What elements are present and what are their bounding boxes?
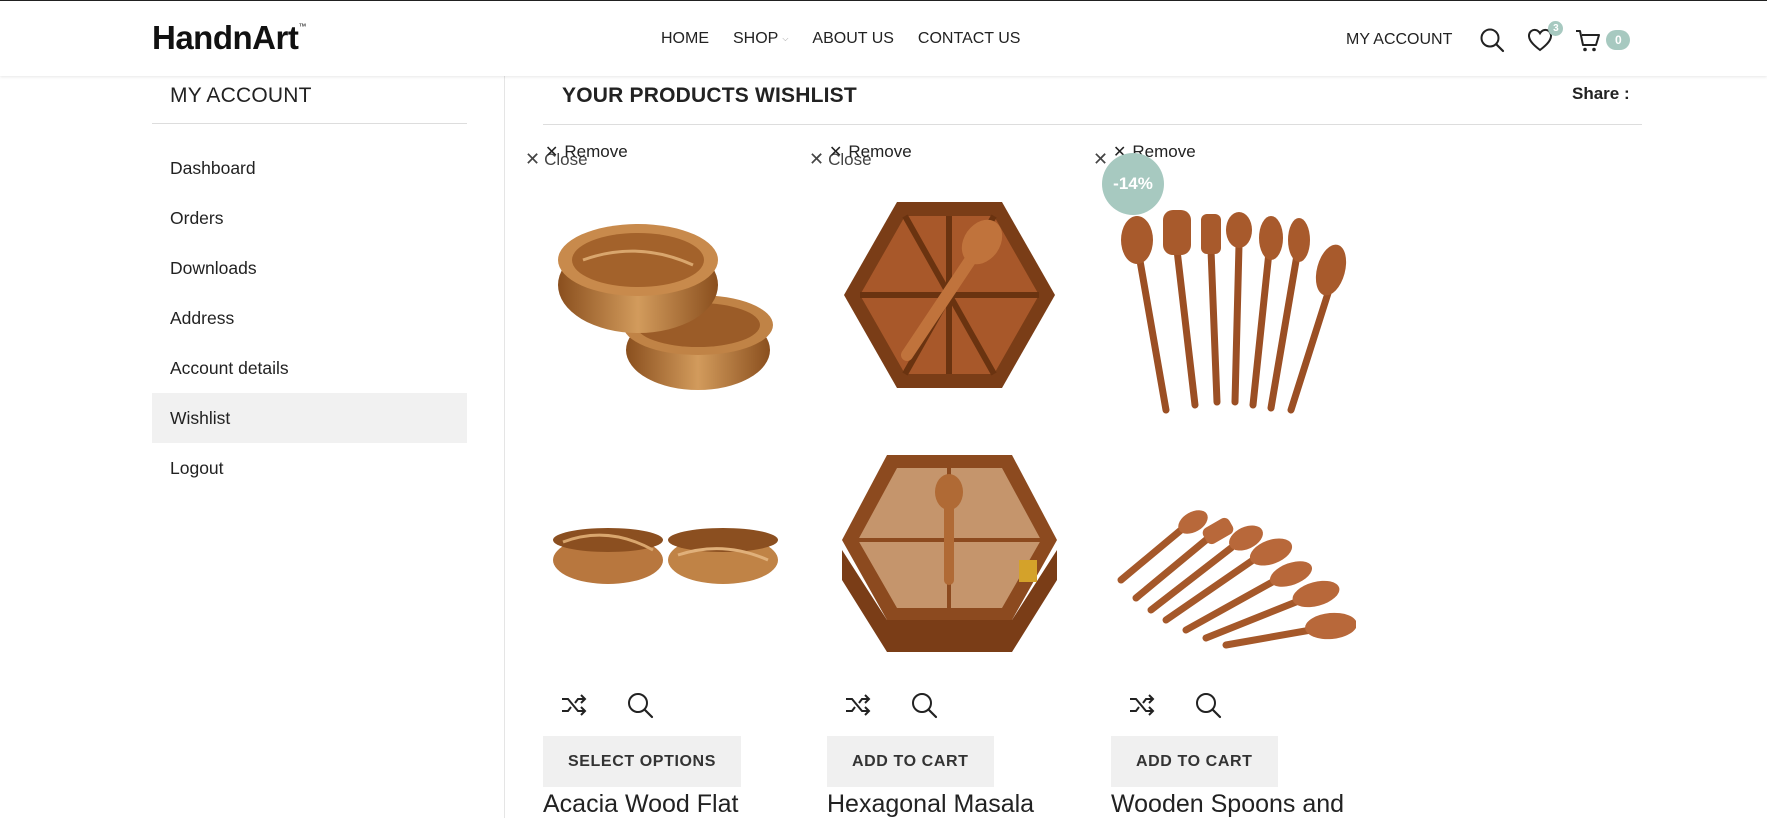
sidebar-item-dashboard[interactable]: Dashboard bbox=[152, 143, 467, 193]
wishlist-product-card: ✕ Close ✕ Remove bbox=[809, 140, 1077, 818]
remove-button[interactable]: ✕ Remove bbox=[829, 142, 912, 162]
search-icon[interactable] bbox=[1478, 26, 1506, 54]
close-icon: ✕ bbox=[809, 149, 825, 169]
site-logo[interactable]: HandnArt™ bbox=[152, 19, 306, 57]
product-actions bbox=[559, 690, 655, 720]
nav-contact-us[interactable]: CONTACT US bbox=[918, 30, 1021, 48]
discount-badge: -14% bbox=[1102, 153, 1164, 215]
sidebar-item-orders[interactable]: Orders bbox=[152, 193, 467, 243]
quick-view-search-icon[interactable] bbox=[1193, 690, 1223, 720]
site-header: HandnArt™ HOME SHOP ⌵ ABOUT US CONTACT US… bbox=[0, 1, 1767, 76]
product-image-bowls-side bbox=[543, 430, 788, 670]
share-label: Share : bbox=[1572, 84, 1630, 103]
product-actions bbox=[843, 690, 939, 720]
header-actions: MY ACCOUNT 3 0 bbox=[1346, 21, 1631, 57]
product-title[interactable]: Hexagonal Masala bbox=[827, 790, 1034, 818]
product-image-stacked-bowls[interactable] bbox=[543, 180, 788, 420]
compare-shuffle-icon[interactable] bbox=[1127, 690, 1157, 720]
main-nav: HOME SHOP ⌵ ABOUT US CONTACT US bbox=[661, 30, 1044, 48]
cart-count-badge: 0 bbox=[1606, 30, 1631, 50]
quick-view-search-icon[interactable] bbox=[909, 690, 939, 720]
wishlist-product-card: ✕ Close ✕ Remove bbox=[525, 140, 793, 818]
vertical-divider bbox=[504, 76, 505, 818]
product-image-spoons-upright[interactable] bbox=[1111, 180, 1356, 420]
select-options-button[interactable]: SELECT OPTIONS bbox=[543, 736, 741, 787]
sidebar-item-wishlist[interactable]: Wishlist bbox=[152, 393, 467, 443]
nav-shop[interactable]: SHOP ⌵ bbox=[733, 30, 788, 48]
product-actions bbox=[1127, 690, 1223, 720]
product-image-hexagon-box-top[interactable] bbox=[827, 180, 1072, 420]
compare-shuffle-icon[interactable] bbox=[843, 690, 873, 720]
product-image-spoons-fanned bbox=[1111, 430, 1357, 670]
cart-icon[interactable]: 0 bbox=[1574, 26, 1631, 54]
nav-about-us[interactable]: ABOUT US bbox=[812, 30, 894, 48]
sidebar-title: MY ACCOUNT bbox=[152, 76, 467, 124]
wishlist-count-badge: 3 bbox=[1548, 21, 1564, 36]
page-title: YOUR PRODUCTS WISHLIST bbox=[562, 84, 857, 107]
product-title[interactable]: Acacia Wood Flat bbox=[543, 790, 738, 818]
chevron-down-icon: ⌵ bbox=[782, 34, 789, 43]
compare-shuffle-icon[interactable] bbox=[559, 690, 589, 720]
add-to-cart-button[interactable]: ADD TO CART bbox=[1111, 736, 1278, 787]
sidebar-item-logout[interactable]: Logout bbox=[152, 443, 467, 493]
sidebar-item-account-details[interactable]: Account details bbox=[152, 343, 467, 393]
nav-home[interactable]: HOME bbox=[661, 30, 709, 48]
quick-view-search-icon[interactable] bbox=[625, 690, 655, 720]
account-nav: Dashboard Orders Downloads Address Accou… bbox=[152, 143, 467, 493]
remove-x-icon: ✕ bbox=[545, 144, 559, 161]
sidebar-item-address[interactable]: Address bbox=[152, 293, 467, 343]
remove-x-icon: ✕ bbox=[829, 144, 843, 161]
product-title[interactable]: Wooden Spoons and bbox=[1111, 790, 1344, 818]
wishlist-heart-icon[interactable]: 3 bbox=[1526, 21, 1564, 54]
close-icon: ✕ bbox=[525, 149, 541, 169]
title-divider bbox=[543, 124, 1642, 125]
account-sidebar: MY ACCOUNT Dashboard Orders Downloads Ad… bbox=[152, 76, 467, 493]
product-image-hexagon-box-side bbox=[827, 430, 1072, 670]
add-to-cart-button[interactable]: ADD TO CART bbox=[827, 736, 994, 787]
my-account-link[interactable]: MY ACCOUNT bbox=[1346, 31, 1452, 49]
remove-button[interactable]: ✕ Remove bbox=[545, 142, 628, 162]
sidebar-item-downloads[interactable]: Downloads bbox=[152, 243, 467, 293]
wishlist-product-card: ✕ ✕ Remove -14% ADD TO CART Wooden Spoon… bbox=[1093, 140, 1361, 818]
